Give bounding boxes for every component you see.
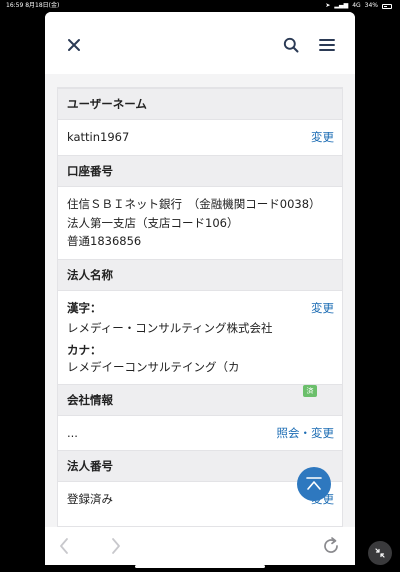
branch-line: 法人第一支店（支店コード106） xyxy=(67,216,239,230)
section-header-company-info: 会社情報 xyxy=(58,384,342,416)
close-button[interactable] xyxy=(61,32,87,58)
bank-name-line: 住信ＳＢＩネット銀行 （金融機関コード0038） xyxy=(67,197,321,211)
registered-badge: 済 xyxy=(303,385,317,397)
signal-icon: ▂▄▆ xyxy=(334,2,349,9)
status-indicators: ➤ ▂▄▆ 4G 34% xyxy=(325,0,392,12)
corp-number-value: 登録済み xyxy=(67,492,113,506)
reload-icon xyxy=(324,537,338,553)
username-value: kattin1967 xyxy=(67,130,130,144)
kana-value: レメデイーコンサルテイング（カ xyxy=(67,360,240,374)
company-info-view-change-link[interactable]: 照会・変更 xyxy=(277,425,335,441)
account-number-line: 普通1836856 xyxy=(67,234,142,248)
scroll-to-top-icon xyxy=(306,477,322,490)
menu-button[interactable] xyxy=(314,32,340,58)
browser-window: ユーザーネーム kattin1967 変更 口座番号 住信ＳＢＩネット銀行 （金… xyxy=(45,12,355,565)
account-info-card: ユーザーネーム kattin1967 変更 口座番号 住信ＳＢＩネット銀行 （金… xyxy=(57,87,343,527)
company-info-value: ... xyxy=(67,426,78,440)
header-bar xyxy=(45,12,355,74)
status-bar: 16:59 8月18日(金) ➤ ▂▄▆ 4G 34% xyxy=(0,0,400,12)
chevron-left-icon xyxy=(60,538,68,554)
back-button[interactable] xyxy=(53,535,75,557)
battery-percent: 34% xyxy=(364,2,378,9)
section-header-username: ユーザーネーム xyxy=(58,88,342,120)
kanji-value: レメディー・コンサルティング株式会社 xyxy=(67,321,273,335)
search-button[interactable] xyxy=(278,32,304,58)
corp-name-change-link[interactable]: 変更 xyxy=(311,300,334,316)
home-indicator[interactable] xyxy=(135,565,265,568)
scroll-to-top-button[interactable] xyxy=(297,467,331,501)
network-label: 4G xyxy=(352,2,361,9)
status-time-date: 16:59 8月18日(金) xyxy=(6,0,59,12)
section-header-corp-name: 法人名称 xyxy=(58,259,342,291)
hamburger-menu-icon xyxy=(319,39,335,51)
chevron-right-icon xyxy=(112,538,120,554)
shrink-arrows-icon xyxy=(375,548,385,558)
search-icon xyxy=(283,37,299,53)
forward-button[interactable] xyxy=(105,535,127,557)
minimize-window-button[interactable] xyxy=(368,541,392,565)
kana-label: カナ： xyxy=(67,343,102,357)
battery-icon xyxy=(382,3,392,9)
close-icon xyxy=(68,39,80,51)
section-header-account-number: 口座番号 xyxy=(58,155,342,187)
browser-toolbar xyxy=(45,527,355,565)
location-icon: ➤ xyxy=(325,2,331,9)
kanji-label: 漢字： xyxy=(67,301,102,315)
status-time: 16:59 xyxy=(6,2,24,9)
username-change-link[interactable]: 変更 xyxy=(311,129,334,145)
status-date: 8月18日(金) xyxy=(25,2,60,9)
reload-button[interactable] xyxy=(320,535,342,557)
